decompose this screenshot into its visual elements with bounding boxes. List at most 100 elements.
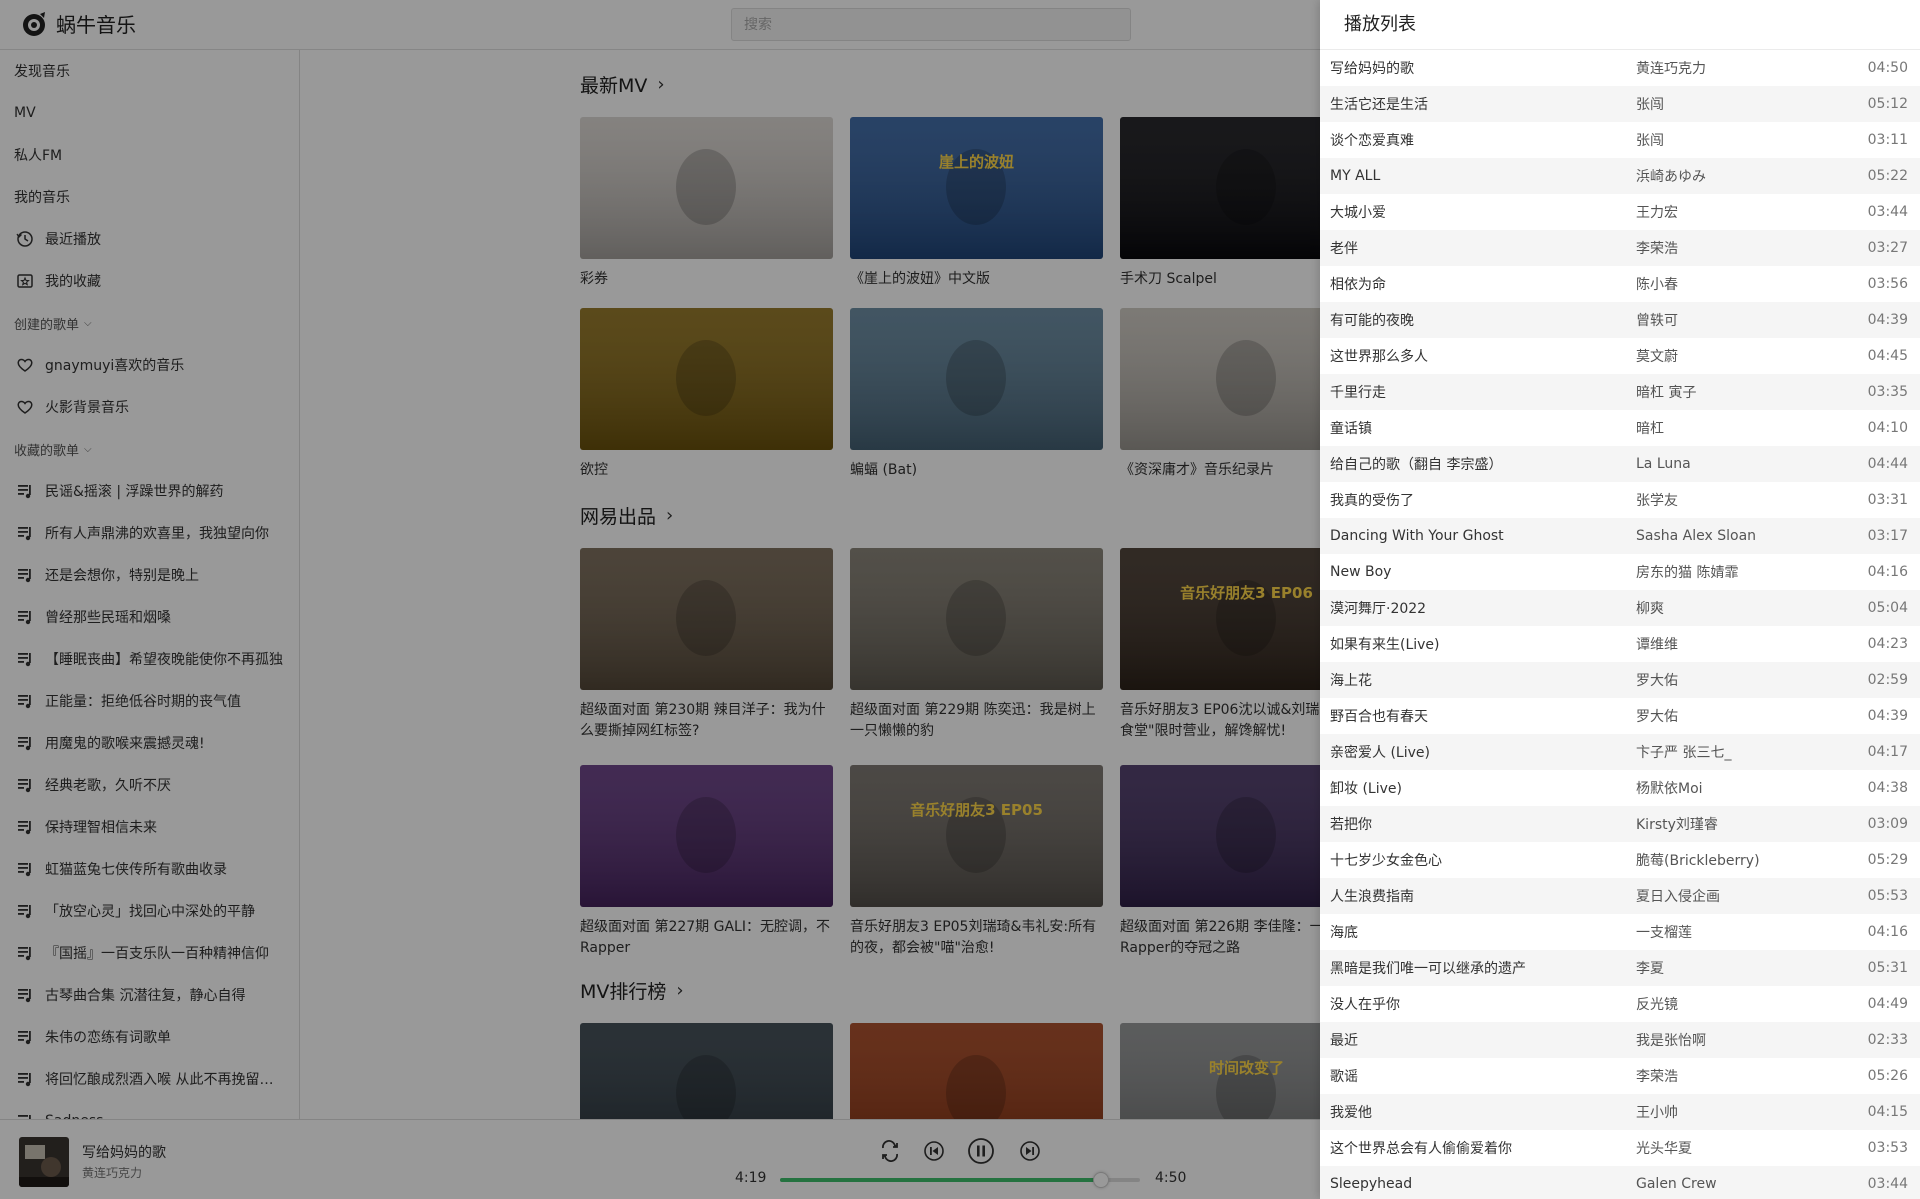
song-name: 相依为命 (1330, 277, 1386, 293)
song-name: MY ALL (1330, 168, 1381, 184)
playlist-row[interactable]: 亲密爱人 (Live) 卞子严 张三七_ 04:17 (1320, 734, 1920, 770)
playlist-row[interactable]: 给自己的歌（翻自 李宗盛） La Luna 04:44 (1320, 446, 1920, 482)
song-duration: 04:16 (1867, 564, 1908, 580)
song-duration: 04:50 (1867, 60, 1908, 76)
song-duration: 04:38 (1867, 780, 1908, 796)
song-artist[interactable]: 罗大佑 (1636, 706, 1852, 726)
song-artist[interactable]: La Luna (1636, 456, 1852, 472)
song-artist[interactable]: 莫文蔚 (1636, 346, 1852, 366)
song-duration: 03:35 (1867, 384, 1908, 400)
song-duration: 03:44 (1867, 1176, 1908, 1192)
playlist-row[interactable]: 十七岁少女金色心 脆莓(Brickleberry) 05:29 (1320, 842, 1920, 878)
playlist-row[interactable]: 漠河舞厅·2022 柳爽 05:04 (1320, 590, 1920, 626)
playlist-row[interactable]: 写给妈妈的歌 黄连巧克力 04:50 (1320, 50, 1920, 86)
song-artist[interactable]: 浜崎あゆみ (1636, 166, 1852, 186)
song-artist[interactable]: 谭维维 (1636, 634, 1852, 654)
song-artist[interactable]: 脆莓(Brickleberry) (1636, 850, 1852, 870)
playlist-row[interactable]: 黑暗是我们唯一可以继承的遗产 李夏 05:31 (1320, 950, 1920, 986)
song-artist[interactable]: 我是张怡啊 (1636, 1030, 1852, 1050)
song-duration: 03:27 (1867, 240, 1908, 256)
playlist-list: 写给妈妈的歌 黄连巧克力 04:50 生活它还是生活 张闯 05:12 谈个恋爱真难 张闯 03… (1320, 50, 1920, 1199)
playlist-row[interactable]: 卸妆 (Live) 杨默依Moi 04:38 (1320, 770, 1920, 806)
song-artist[interactable]: Kirsty刘瑾睿 (1636, 814, 1852, 834)
playlist-row[interactable]: 生活它还是生活 张闯 05:12 (1320, 86, 1920, 122)
playlist-row[interactable]: MY ALL 浜崎あゆみ 05:22 (1320, 158, 1920, 194)
playlist-row[interactable]: 这世界那么多人 莫文蔚 04:45 (1320, 338, 1920, 374)
song-artist[interactable]: 暗杠 寅子 (1636, 382, 1852, 402)
song-artist[interactable]: 暗杠 (1636, 418, 1852, 438)
song-artist[interactable]: 夏日入侵企画 (1636, 886, 1852, 906)
song-name: Dancing With Your Ghost (1330, 528, 1504, 544)
playlist-row[interactable]: 最近 我是张怡啊 02:33 (1320, 1022, 1920, 1058)
song-artist[interactable]: 反光镜 (1636, 994, 1852, 1014)
song-duration: 03:11 (1867, 132, 1908, 148)
playlist-row[interactable]: 千里行走 暗杠 寅子 03:35 (1320, 374, 1920, 410)
song-name: 野百合也有春天 (1330, 709, 1428, 725)
song-name: 若把你 (1330, 817, 1372, 833)
song-name: 歌谣 (1330, 1069, 1358, 1085)
song-name: 十七岁少女金色心 (1330, 853, 1442, 869)
playlist-row[interactable]: 童话镇 暗杠 04:10 (1320, 410, 1920, 446)
song-artist[interactable]: 柳爽 (1636, 598, 1852, 618)
song-duration: 05:04 (1867, 600, 1908, 616)
song-name: 亲密爱人 (Live) (1330, 745, 1430, 761)
song-artist[interactable]: 张闯 (1636, 94, 1852, 114)
playlist-row[interactable]: 我爱他 王小帅 04:15 (1320, 1094, 1920, 1130)
song-artist[interactable]: 李荣浩 (1636, 238, 1852, 258)
song-duration: 04:17 (1867, 744, 1908, 760)
playlist-row[interactable]: 相依为命 陈小春 03:56 (1320, 266, 1920, 302)
song-artist[interactable]: 张学友 (1636, 490, 1852, 510)
song-duration: 05:12 (1867, 96, 1908, 112)
playlist-row[interactable]: 谈个恋爱真难 张闯 03:11 (1320, 122, 1920, 158)
song-artist[interactable]: 王力宏 (1636, 202, 1852, 222)
song-artist[interactable]: 光头华夏 (1636, 1138, 1852, 1158)
song-name: 谈个恋爱真难 (1330, 133, 1414, 149)
song-duration: 03:44 (1867, 204, 1908, 220)
song-name: 这世界那么多人 (1330, 349, 1428, 365)
song-artist[interactable]: 王小帅 (1636, 1102, 1852, 1122)
song-duration: 04:39 (1867, 708, 1908, 724)
playlist-row[interactable]: 没人在乎你 反光镜 04:49 (1320, 986, 1920, 1022)
song-artist[interactable]: 房东的猫 陈婧霏 (1636, 562, 1852, 582)
song-name: 如果有来生(Live) (1330, 637, 1440, 653)
song-name: Sleepyhead (1330, 1176, 1413, 1192)
song-name: 漠河舞厅·2022 (1330, 601, 1427, 617)
playlist-row[interactable]: 我真的受伤了 张学友 03:31 (1320, 482, 1920, 518)
song-name: 我真的受伤了 (1330, 493, 1414, 509)
song-artist[interactable]: 黄连巧克力 (1636, 58, 1852, 78)
song-artist[interactable]: 李荣浩 (1636, 1066, 1852, 1086)
song-name: 老伴 (1330, 241, 1358, 257)
playlist-row[interactable]: 大城小爱 王力宏 03:44 (1320, 194, 1920, 230)
playlist-row[interactable]: 若把你 Kirsty刘瑾睿 03:09 (1320, 806, 1920, 842)
song-duration: 03:17 (1867, 528, 1908, 544)
song-artist[interactable]: 张闯 (1636, 130, 1852, 150)
song-artist[interactable]: 李夏 (1636, 958, 1852, 978)
song-duration: 05:26 (1867, 1068, 1908, 1084)
song-artist[interactable]: Galen Crew (1636, 1176, 1852, 1192)
playlist-row[interactable]: 有可能的夜晚 曾轶可 04:39 (1320, 302, 1920, 338)
song-artist[interactable]: Sasha Alex Sloan (1636, 528, 1852, 544)
playlist-row[interactable]: New Boy 房东的猫 陈婧霏 04:16 (1320, 554, 1920, 590)
playlist-row[interactable]: 如果有来生(Live) 谭维维 04:23 (1320, 626, 1920, 662)
song-duration: 03:53 (1867, 1140, 1908, 1156)
song-artist[interactable]: 杨默依Moi (1636, 778, 1852, 798)
song-artist[interactable]: 陈小春 (1636, 274, 1852, 294)
song-duration: 04:16 (1867, 924, 1908, 940)
playlist-row[interactable]: 人生浪费指南 夏日入侵企画 05:53 (1320, 878, 1920, 914)
song-artist[interactable]: 曾轶可 (1636, 310, 1852, 330)
playlist-row[interactable]: 野百合也有春天 罗大佑 04:39 (1320, 698, 1920, 734)
playlist-row[interactable]: 这个世界总会有人偷偷爱着你 光头华夏 03:53 (1320, 1130, 1920, 1166)
song-duration: 02:33 (1867, 1032, 1908, 1048)
playlist-row[interactable]: Dancing With Your Ghost Sasha Alex Sloan 0… (1320, 518, 1920, 554)
playlist-title: 播放列表 (1320, 0, 1920, 50)
song-name: 海底 (1330, 925, 1358, 941)
song-artist[interactable]: 罗大佑 (1636, 670, 1852, 690)
playlist-row[interactable]: 海底 一支榴莲 04:16 (1320, 914, 1920, 950)
playlist-row[interactable]: 海上花 罗大佑 02:59 (1320, 662, 1920, 698)
song-artist[interactable]: 一支榴莲 (1636, 922, 1852, 942)
song-artist[interactable]: 卞子严 张三七_ (1636, 742, 1852, 762)
playlist-row[interactable]: 老伴 李荣浩 03:27 (1320, 230, 1920, 266)
song-duration: 05:53 (1867, 888, 1908, 904)
playlist-row[interactable]: Sleepyhead Galen Crew 03:44 (1320, 1166, 1920, 1199)
playlist-row[interactable]: 歌谣 李荣浩 05:26 (1320, 1058, 1920, 1094)
